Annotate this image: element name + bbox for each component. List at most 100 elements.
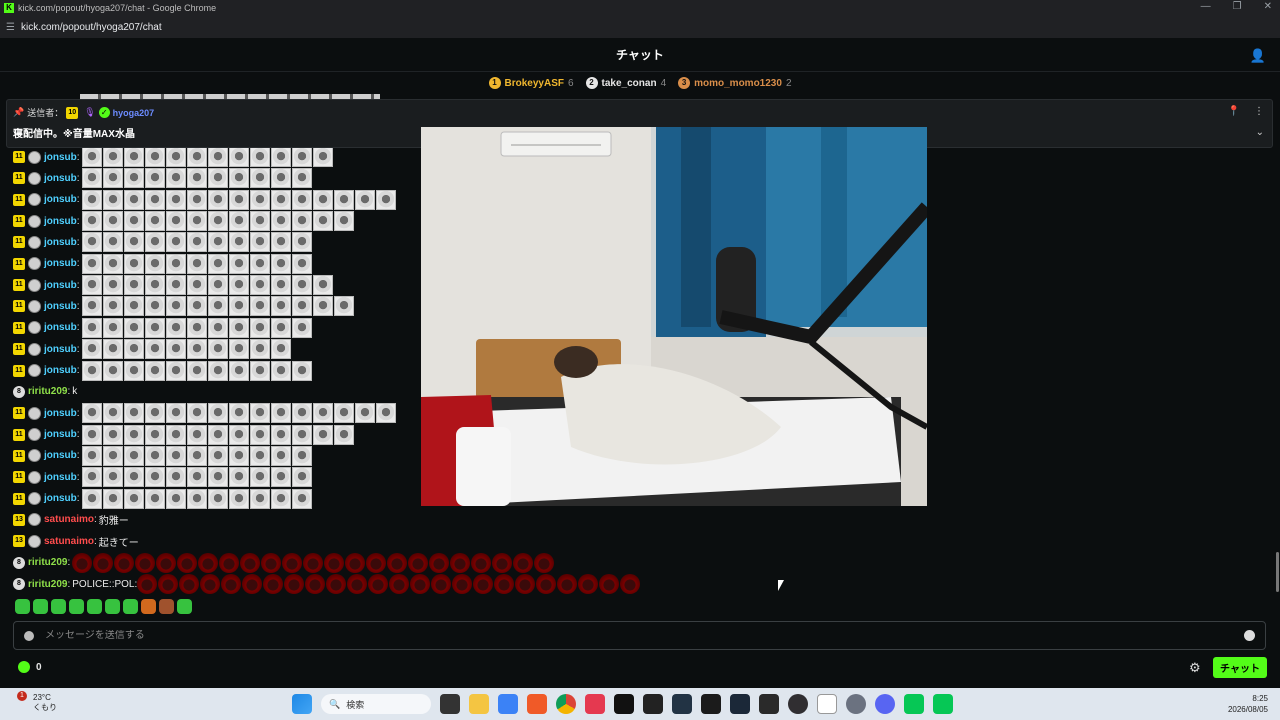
restore-icon[interactable]: ❐ — [1233, 1, 1242, 12]
app-icon[interactable] — [585, 694, 605, 714]
message-input[interactable] — [45, 630, 1195, 641]
quick-emote-icon[interactable] — [105, 599, 120, 614]
quick-emote-icon[interactable] — [141, 599, 156, 614]
emote-icon — [249, 253, 270, 274]
weather-widget[interactable]: 1 23°C くもり — [17, 691, 57, 713]
obs-icon[interactable] — [788, 694, 808, 714]
app-icon[interactable] — [672, 694, 692, 714]
line-icon[interactable] — [933, 694, 953, 714]
emote-icon — [492, 552, 513, 573]
task-view-icon[interactable] — [440, 694, 460, 714]
chat-username[interactable]: jonsub — [44, 472, 77, 483]
emote-icon — [228, 467, 249, 488]
emote-icon — [228, 424, 249, 445]
send-chat-button[interactable]: チャット — [1213, 657, 1267, 678]
chat-username[interactable]: jonsub — [44, 152, 77, 163]
line-icon[interactable] — [904, 694, 924, 714]
emote-icon — [207, 296, 228, 317]
emote-icon — [291, 488, 312, 509]
stream-video-overlay[interactable] — [421, 127, 927, 506]
quick-emote-icon[interactable] — [51, 599, 66, 614]
quick-emote-icon[interactable] — [33, 599, 48, 614]
emote-icon — [270, 339, 291, 360]
app-icon[interactable] — [643, 694, 663, 714]
chat-username[interactable]: jonsub — [44, 322, 77, 333]
leaderboard-entry[interactable]: 1 BrokeyyASF 6 — [488, 77, 574, 89]
chat-username[interactable]: jonsub — [44, 344, 77, 355]
app-icon[interactable] — [817, 694, 837, 714]
chat-username[interactable]: jonsub — [44, 216, 77, 227]
quick-emote-icon[interactable] — [15, 599, 30, 614]
chat-username[interactable]: jonsub — [44, 173, 77, 184]
emote-icon — [81, 424, 102, 445]
sub-badge: 13 — [13, 513, 25, 526]
chrome-icon[interactable] — [556, 694, 576, 714]
emote-icon — [81, 211, 102, 232]
emote-icon — [114, 552, 135, 573]
emote-icon — [207, 168, 228, 189]
quick-emote-icon[interactable] — [177, 599, 192, 614]
pinned-sender[interactable]: hyoga207 — [113, 108, 155, 118]
brave-browser-icon[interactable] — [527, 694, 547, 714]
gear-icon[interactable]: ⚙ — [1189, 660, 1201, 676]
taskbar-search[interactable]: 🔍 検索 — [321, 694, 431, 714]
chat-input-box[interactable] — [13, 621, 1266, 650]
quick-emote-icon[interactable] — [123, 599, 138, 614]
chat-username[interactable]: jonsub — [44, 194, 77, 205]
chat-username[interactable]: jonsub — [44, 258, 77, 269]
windows-start-icon[interactable] — [292, 694, 312, 714]
quick-emote-icon[interactable] — [87, 599, 102, 614]
taskbar-clock[interactable]: 8:25 2026/08/05 — [1228, 693, 1268, 715]
minimize-icon[interactable]: — — [1201, 1, 1211, 12]
emote-icon — [270, 445, 291, 466]
app-icon[interactable] — [701, 694, 721, 714]
chat-username[interactable]: jonsub — [44, 237, 77, 248]
more-options-icon[interactable]: ⋮ — [1254, 106, 1264, 117]
chat-username[interactable]: satunaimo — [44, 514, 94, 525]
tiktok-icon[interactable] — [614, 694, 634, 714]
address-bar[interactable]: ☰ kick.com/popout/hyoga207/chat — [0, 16, 1280, 38]
notification-count: 1 — [17, 691, 27, 701]
site-settings-icon[interactable]: ☰ — [6, 22, 15, 33]
discord-icon[interactable] — [875, 694, 895, 714]
steam-icon[interactable] — [730, 694, 750, 714]
emote-icon — [186, 296, 207, 317]
app-icon[interactable] — [498, 694, 518, 714]
emote-icon — [368, 574, 389, 594]
emote-icon — [228, 488, 249, 509]
chat-username[interactable]: jonsub — [44, 365, 77, 376]
sub-badge: 13 — [13, 535, 25, 548]
channel-points[interactable]: 0 — [18, 661, 42, 673]
chat-username[interactable]: riritu209 — [28, 579, 67, 590]
chevron-down-icon[interactable]: ⌄ — [1256, 127, 1264, 138]
chat-username[interactable]: jonsub — [44, 493, 77, 504]
chat-username[interactable]: jonsub — [44, 408, 77, 419]
quick-emote-icon[interactable] — [159, 599, 174, 614]
emote-icon — [207, 317, 228, 338]
emote-icon — [284, 574, 305, 594]
chat-scrollbar[interactable] — [1276, 552, 1279, 592]
chat-username[interactable]: satunaimo — [44, 536, 94, 547]
emoji-picker-icon[interactable] — [1244, 630, 1255, 641]
chat-username[interactable]: jonsub — [44, 450, 77, 461]
chat-username[interactable]: riritu209 — [28, 386, 67, 397]
unpin-icon[interactable]: 📍 — [1228, 106, 1240, 117]
close-icon[interactable]: ✕ — [1264, 1, 1272, 12]
leaderboard-entry[interactable]: 3 momo_momo1230 2 — [678, 77, 792, 89]
emote-icon — [102, 403, 123, 424]
leaderboard-entry[interactable]: 2 take_conan 4 — [585, 77, 666, 89]
user-list-icon[interactable]: 👤 — [1250, 48, 1266, 64]
quick-emote-icon[interactable] — [69, 599, 84, 614]
chat-username[interactable]: riritu209 — [28, 557, 67, 568]
chat-footer: 0 ⚙ チャット — [0, 655, 1280, 681]
file-explorer-icon[interactable] — [469, 694, 489, 714]
chat-username[interactable]: jonsub — [44, 280, 77, 291]
settings-icon[interactable] — [846, 694, 866, 714]
emote-icon — [165, 189, 186, 210]
app-icon[interactable] — [759, 694, 779, 714]
chat-username[interactable]: jonsub — [44, 429, 77, 440]
emote-icon — [186, 232, 207, 253]
chat-username[interactable]: jonsub — [44, 301, 77, 312]
username-colon: : — [76, 450, 80, 462]
emote-icon — [375, 189, 396, 210]
